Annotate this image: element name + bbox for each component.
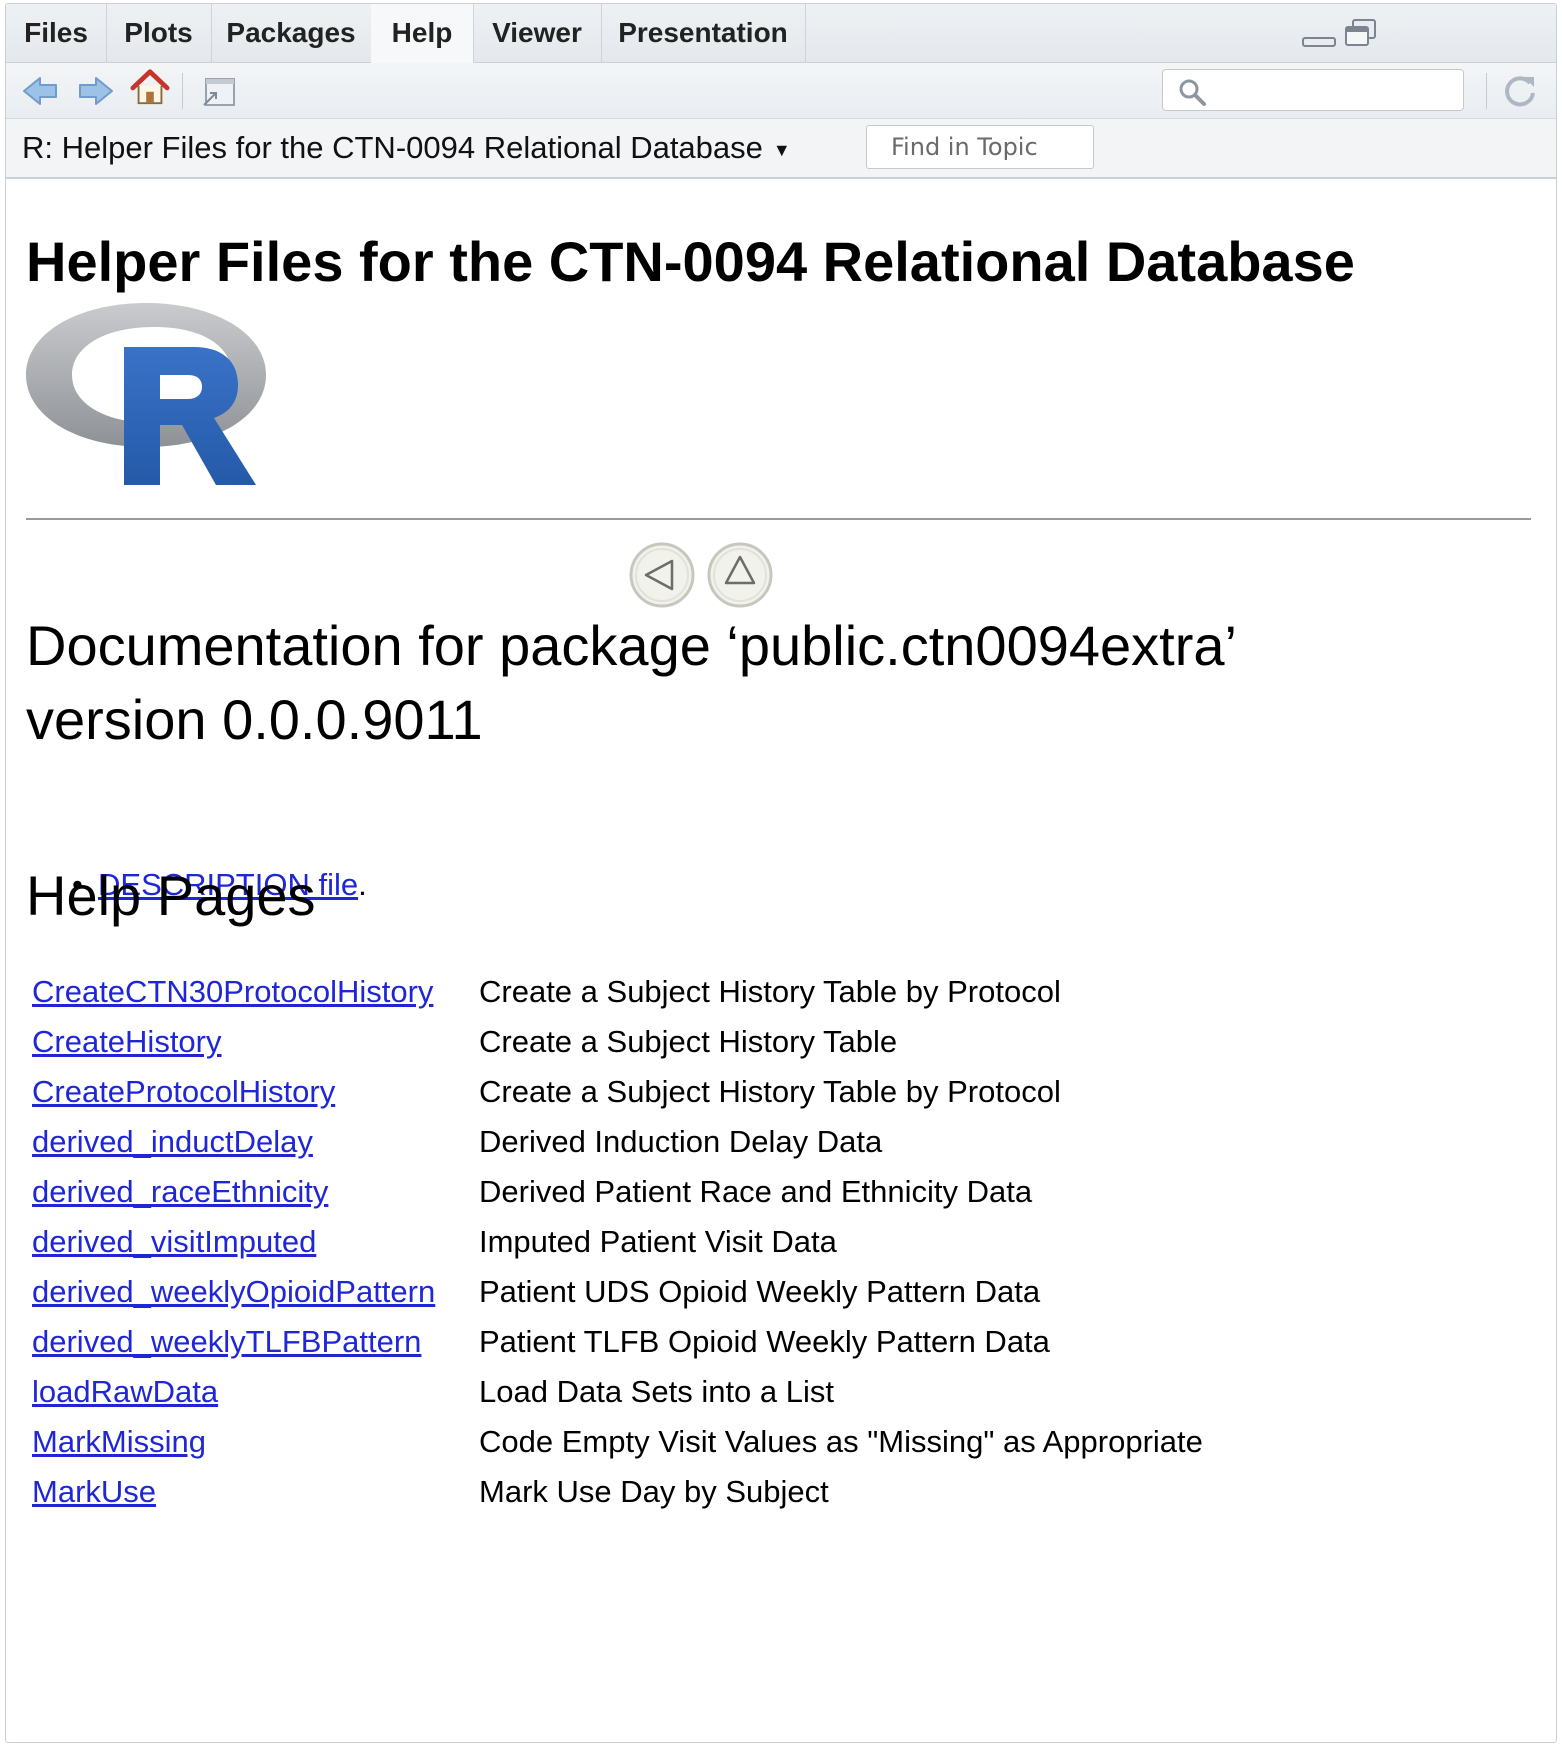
help-page-link[interactable]: derived_raceEthnicity bbox=[32, 1174, 328, 1210]
toolbar-separator bbox=[1486, 73, 1487, 109]
help-page-description: Imputed Patient Visit Data bbox=[479, 1224, 837, 1259]
back-arrow-icon[interactable] bbox=[20, 71, 60, 111]
up-page-icon[interactable] bbox=[706, 541, 774, 609]
help-page-link[interactable]: loadRawData bbox=[32, 1374, 218, 1410]
tab-viewer[interactable]: Viewer bbox=[473, 4, 602, 62]
help-page-description: Mark Use Day by Subject bbox=[479, 1474, 829, 1509]
description-suffix: . bbox=[358, 867, 367, 902]
documentation-heading: Documentation for package ‘public.ctn009… bbox=[26, 609, 1237, 757]
help-page-description: Load Data Sets into a List bbox=[479, 1374, 835, 1409]
help-page-description: Patient TLFB Opioid Weekly Pattern Data bbox=[479, 1324, 1050, 1359]
help-page-description: Derived Patient Race and Ethnicity Data bbox=[479, 1174, 1033, 1209]
help-page-description: Code Empty Visit Values as "Missing" as … bbox=[479, 1424, 1203, 1459]
tab-presentation[interactable]: Presentation bbox=[601, 4, 806, 62]
help-page-link[interactable]: derived_visitImputed bbox=[32, 1224, 316, 1260]
toolbar-separator bbox=[182, 73, 183, 109]
popout-icon[interactable] bbox=[198, 71, 238, 111]
help-page-description: Create a Subject History Table by Protoc… bbox=[479, 1074, 1061, 1109]
help-pages-heading: Help Pages bbox=[26, 864, 316, 927]
topic-bar: R: Helper Files for the CTN-0094 Relatio… bbox=[6, 119, 1556, 179]
topic-dropdown[interactable]: R: Helper Files for the CTN-0094 Relatio… bbox=[22, 119, 791, 177]
help-page-description: Derived Induction Delay Data bbox=[479, 1124, 883, 1159]
help-page-description: Create a Subject History Table by Protoc… bbox=[479, 974, 1061, 1009]
help-page-link[interactable]: derived_inductDelay bbox=[32, 1124, 313, 1160]
previous-page-icon[interactable] bbox=[628, 541, 696, 609]
forward-arrow-icon[interactable] bbox=[76, 71, 116, 111]
documentation-heading-line1: Documentation for package ‘public.ctn009… bbox=[26, 614, 1237, 677]
search-icon bbox=[1179, 79, 1206, 106]
topic-title: R: Helper Files for the CTN-0094 Relatio… bbox=[22, 130, 763, 165]
tab-packages[interactable]: Packages bbox=[211, 4, 372, 62]
tab-plots[interactable]: Plots bbox=[106, 4, 212, 62]
caret-down-icon: ▼ bbox=[772, 139, 791, 160]
help-page-link[interactable]: MarkUse bbox=[32, 1474, 156, 1510]
tab-help[interactable]: Help bbox=[371, 4, 474, 63]
help-page-link[interactable]: CreateProtocolHistory bbox=[32, 1074, 335, 1110]
help-search-input[interactable] bbox=[1162, 69, 1464, 111]
find-in-topic-input[interactable] bbox=[866, 125, 1094, 169]
help-toolbar bbox=[6, 63, 1556, 119]
tab-files[interactable]: Files bbox=[6, 4, 107, 62]
divider bbox=[26, 518, 1531, 520]
help-content: Helper Files for the CTN-0094 Relational… bbox=[6, 179, 1556, 1742]
home-icon[interactable] bbox=[130, 67, 170, 107]
r-logo bbox=[26, 303, 266, 485]
refresh-icon[interactable] bbox=[1500, 71, 1540, 111]
help-page-link[interactable]: derived_weeklyOpioidPattern bbox=[32, 1274, 435, 1310]
help-pane: Files Plots Packages Help Viewer Present… bbox=[5, 3, 1557, 1743]
help-page-description: Patient UDS Opioid Weekly Pattern Data bbox=[479, 1274, 1041, 1309]
help-page-link[interactable]: CreateHistory bbox=[32, 1024, 222, 1060]
maximize-icon[interactable] bbox=[1344, 18, 1378, 50]
help-page-link[interactable]: derived_weeklyTLFBPattern bbox=[32, 1324, 421, 1360]
help-page-link[interactable]: MarkMissing bbox=[32, 1424, 206, 1460]
help-page-link[interactable]: CreateCTN30ProtocolHistory bbox=[32, 974, 433, 1010]
page-title: Helper Files for the CTN-0094 Relational… bbox=[26, 230, 1355, 293]
tab-bar: Files Plots Packages Help Viewer Present… bbox=[6, 4, 1556, 63]
documentation-heading-line2: version 0.0.0.9011 bbox=[26, 688, 483, 751]
help-page-description: Create a Subject History Table bbox=[479, 1024, 898, 1059]
minimize-icon[interactable] bbox=[1302, 24, 1336, 48]
